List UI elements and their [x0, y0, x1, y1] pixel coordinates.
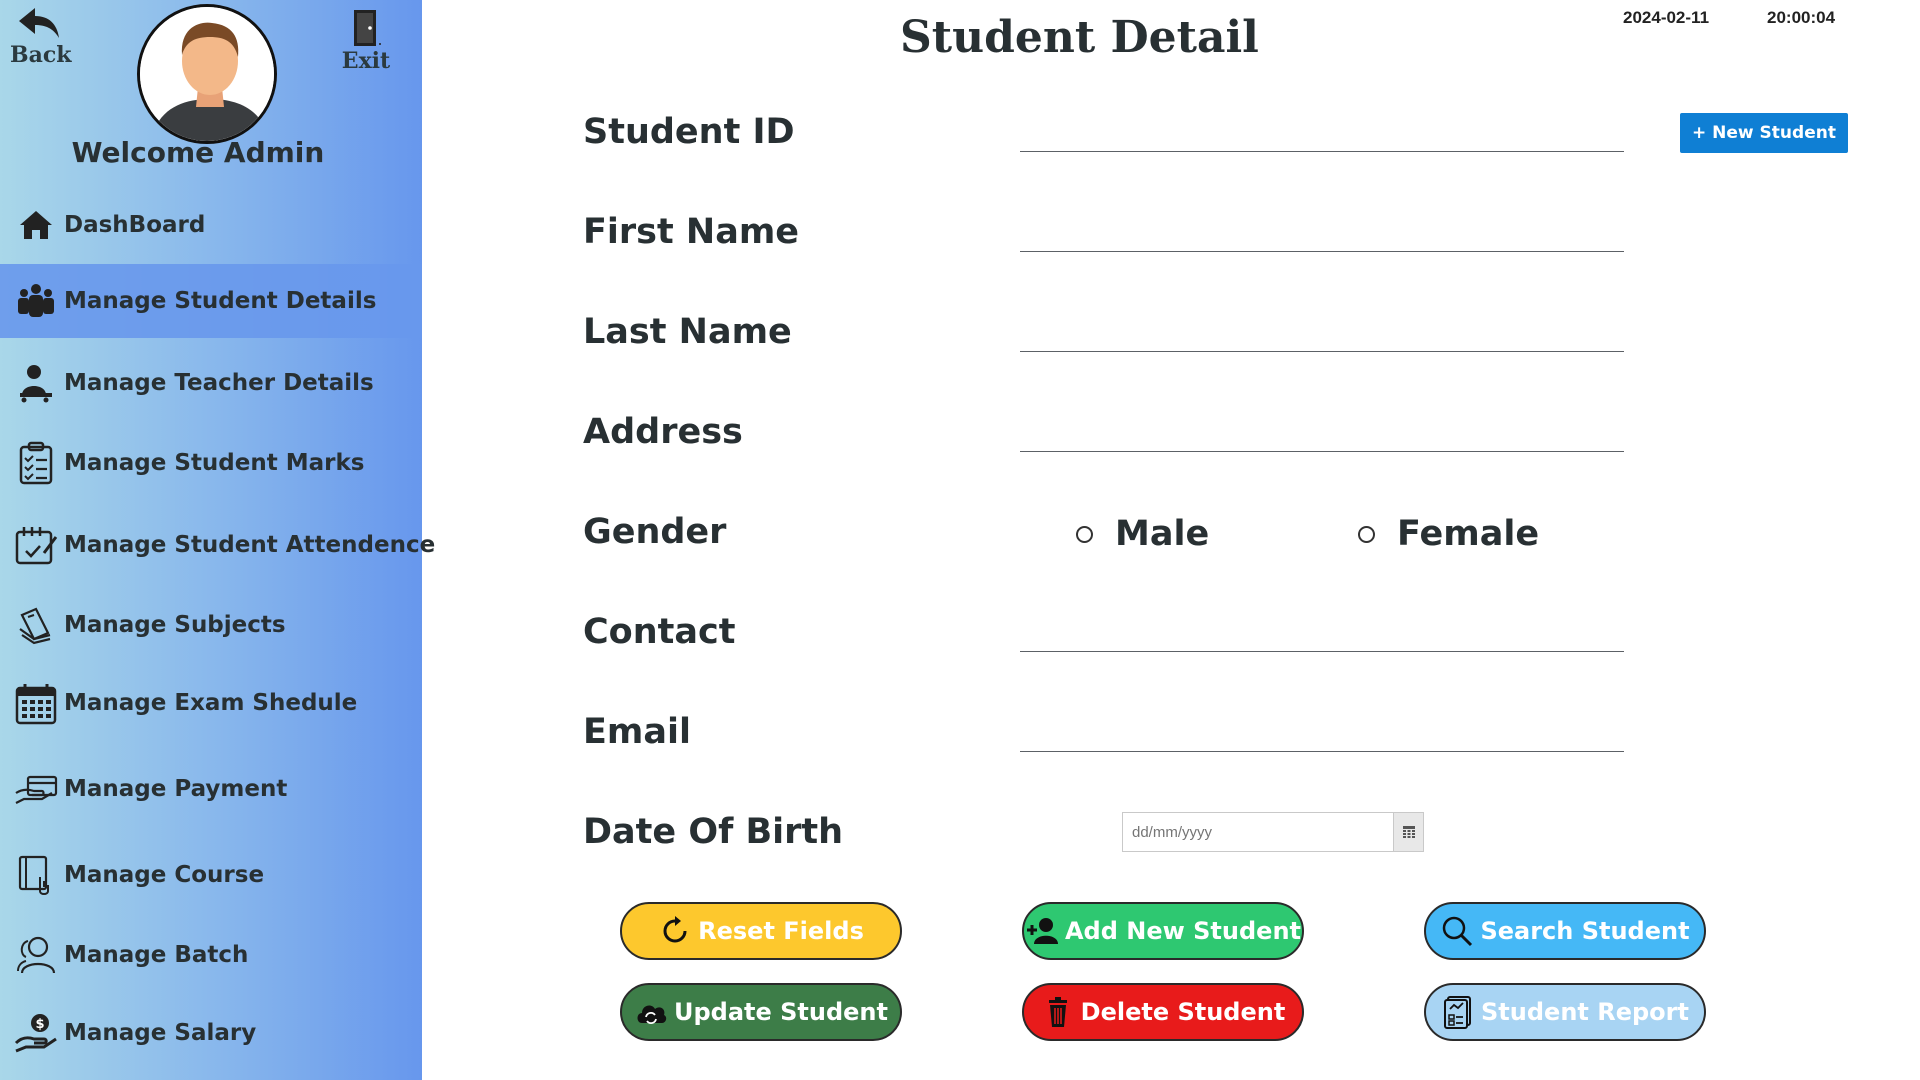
back-arrow-icon — [19, 8, 59, 38]
email-field[interactable] — [1020, 712, 1624, 752]
reset-fields-button[interactable]: Reset Fields — [620, 902, 902, 960]
search-student-button[interactable]: Search Student — [1424, 902, 1706, 960]
page-title: Student Detail — [900, 12, 1259, 63]
contact-label: Contact — [583, 612, 736, 652]
update-student-button[interactable]: Update Student — [620, 983, 902, 1041]
user-avatar-icon — [140, 7, 274, 141]
search-icon — [1443, 916, 1473, 947]
sidebar-item-label: Manage Salary — [64, 1020, 257, 1046]
sidebar-item-label: Manage Student Marks — [64, 450, 365, 476]
sidebar-item-manage-student-attendence[interactable]: Manage Student Attendence — [0, 508, 435, 582]
sidebar: Back Exit Welcome Admin DashBoard Manage… — [0, 0, 435, 1080]
last-name-field[interactable] — [1020, 312, 1624, 352]
sidebar-item-manage-subjects[interactable]: Manage Subjects — [0, 588, 422, 662]
calendar-small-icon — [1402, 826, 1415, 838]
welcome-text: Welcome Admin — [71, 136, 325, 169]
sidebar-item-manage-teacher-details[interactable]: Manage Teacher Details — [0, 346, 422, 420]
back-label: Back — [10, 42, 72, 68]
sidebar-item-label: Manage Payment — [64, 776, 288, 802]
first-name-label: First Name — [583, 212, 800, 252]
clipboard-checklist-icon — [14, 441, 58, 485]
calendar-check-icon — [14, 523, 58, 567]
student-id-field[interactable] — [1020, 112, 1624, 152]
teacher-icon — [14, 361, 58, 405]
dob-label: Date Of Birth — [583, 812, 844, 852]
course-book-icon — [14, 853, 58, 897]
back-button[interactable]: Back — [10, 4, 72, 68]
student-report-label: Student Report — [1481, 998, 1689, 1026]
calendar-picker-button[interactable] — [1393, 812, 1424, 852]
date-display: 2024-02-11 — [1623, 8, 1710, 27]
gender-male-label: Male — [1115, 514, 1210, 554]
search-student-label: Search Student — [1480, 917, 1690, 945]
reset-fields-label: Reset Fields — [698, 917, 864, 945]
contact-field[interactable] — [1020, 612, 1624, 652]
sidebar-item-manage-salary[interactable]: $ Manage Salary — [0, 996, 422, 1070]
update-student-label: Update Student — [673, 998, 888, 1026]
address-field[interactable] — [1020, 412, 1624, 452]
calendar-icon — [14, 681, 58, 725]
users-group-icon — [14, 279, 58, 323]
sidebar-item-manage-exam-shedule[interactable]: Manage Exam Shedule — [0, 666, 422, 740]
sidebar-item-label: Manage Teacher Details — [64, 370, 374, 396]
users-outline-icon — [14, 933, 58, 977]
sidebar-item-label: Manage Subjects — [64, 612, 286, 638]
sidebar-item-manage-payment[interactable]: Manage Payment — [0, 752, 422, 826]
gender-female-radio[interactable]: Female — [1358, 514, 1539, 554]
new-student-button[interactable]: + New Student — [1680, 113, 1848, 153]
gender-female-label: Female — [1397, 514, 1540, 554]
sidebar-item-manage-course[interactable]: Manage Course — [0, 838, 422, 912]
payment-hand-icon — [14, 767, 58, 811]
delete-student-button[interactable]: Delete Student — [1022, 983, 1304, 1041]
avatar — [137, 4, 277, 144]
books-icon — [14, 603, 58, 647]
sidebar-item-label: Manage Student Attendence — [64, 532, 436, 558]
sidebar-item-label: Manage Student Details — [64, 288, 377, 314]
sidebar-item-dashboard[interactable]: DashBoard — [0, 188, 422, 262]
add-new-student-button[interactable]: Add New Student — [1022, 902, 1304, 960]
radio-circle[interactable] — [1358, 525, 1375, 543]
add-new-student-label: Add New Student — [1064, 917, 1302, 945]
gender-male-radio[interactable]: Male — [1076, 514, 1209, 554]
dob-date-input[interactable] — [1122, 812, 1424, 852]
first-name-field[interactable] — [1020, 212, 1624, 252]
trash-icon — [1048, 997, 1067, 1027]
sidebar-item-manage-student-details[interactable]: Manage Student Details — [0, 264, 422, 338]
delete-student-label: Delete Student — [1080, 998, 1286, 1026]
exit-label: Exit — [341, 48, 391, 74]
sidebar-item-manage-student-marks[interactable]: Manage Student Marks — [0, 426, 422, 500]
sidebar-item-label: DashBoard — [64, 212, 206, 238]
sidebar-item-label: Manage Exam Shedule — [64, 690, 358, 716]
exit-door-icon — [354, 10, 381, 46]
exit-button[interactable]: Exit — [338, 8, 394, 74]
sidebar-item-label: Manage Batch — [64, 942, 249, 968]
email-label: Email — [583, 712, 691, 752]
sidebar-item-label: Manage Course — [64, 862, 265, 888]
radio-circle[interactable] — [1076, 525, 1093, 543]
cloud-sync-icon — [637, 1005, 667, 1024]
add-user-icon — [1026, 918, 1058, 944]
address-label: Address — [583, 412, 743, 452]
svg-text:$: $ — [35, 1017, 44, 1032]
sidebar-item-manage-batch[interactable]: Manage Batch — [0, 918, 422, 992]
time-display: 20:00:04 — [1767, 8, 1836, 27]
salary-hand-icon: $ — [14, 1011, 58, 1055]
report-document-icon — [1444, 996, 1472, 1029]
last-name-label: Last Name — [583, 312, 792, 352]
home-icon — [14, 203, 58, 247]
student-id-label: Student ID — [583, 112, 795, 152]
student-report-button[interactable]: Student Report — [1424, 983, 1706, 1041]
gender-label: Gender — [583, 512, 727, 552]
refresh-icon — [663, 916, 687, 943]
